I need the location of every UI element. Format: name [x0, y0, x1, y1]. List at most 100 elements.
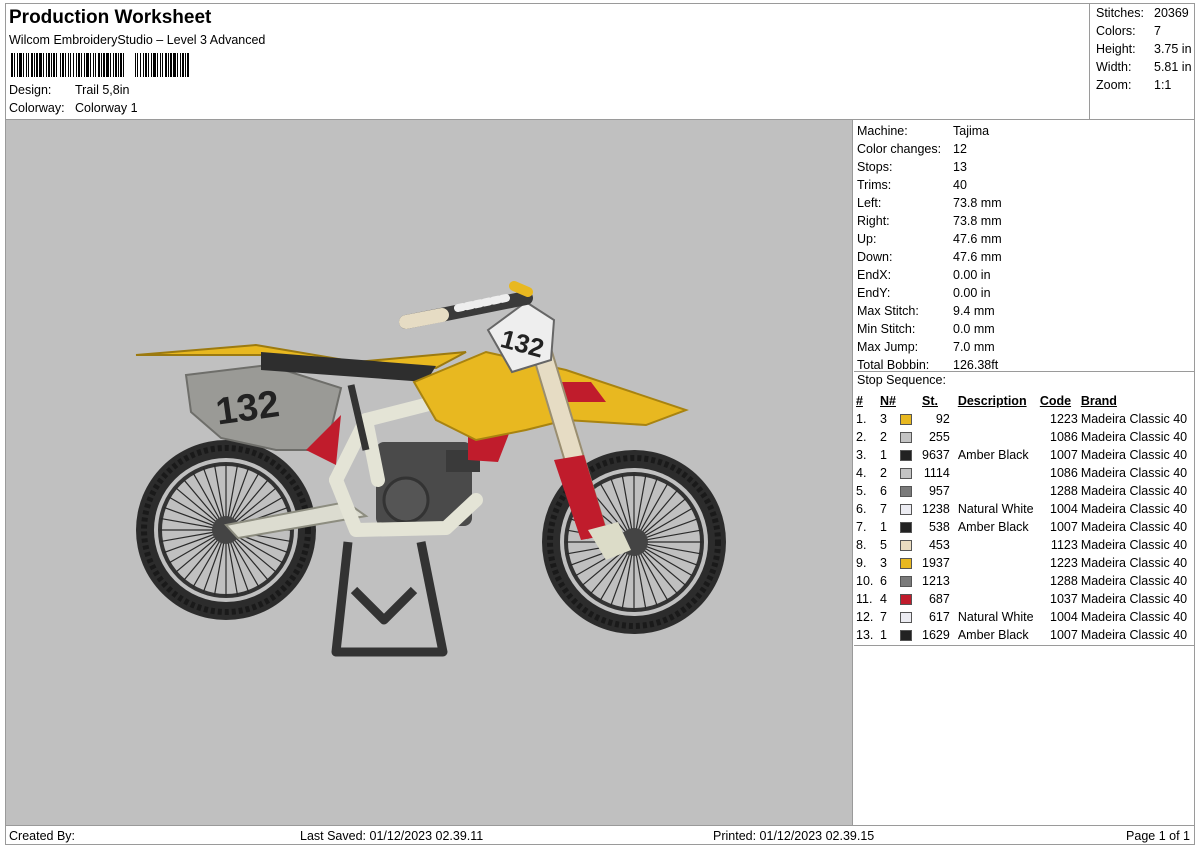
colors-row: Colors: 7 [1096, 24, 1161, 38]
thread-color-swatch [900, 558, 912, 570]
design-label: Design: [9, 83, 52, 97]
machine-info-label: Max Jump: [857, 340, 919, 354]
thread-description: Amber Black [957, 448, 1029, 462]
thread-description: Amber Black [957, 628, 1029, 642]
thread-code: 1123 [1050, 538, 1078, 552]
col-header-needle: N# [880, 394, 896, 408]
thread-code: 1086 [1050, 466, 1078, 480]
thread-description: Natural White [957, 502, 1034, 516]
stitch-count: 617 [928, 610, 950, 624]
stitches-label: Stitches: [1096, 6, 1144, 20]
machine-info-value: 0.00 in [953, 286, 991, 300]
front-fork-icon [524, 331, 631, 560]
stop-number: 13. [856, 628, 874, 642]
colorway-value: Colorway 1 [75, 101, 138, 115]
thread-code: 1223 [1050, 412, 1078, 426]
last-saved: Last Saved: 01/12/2023 02.39.11 [300, 829, 484, 843]
motorcycle-embroidery-image: 132 132 [135, 281, 726, 657]
thread-code: 1004 [1050, 502, 1078, 516]
stop-sequence-row: 3. 1 9637 Amber Black 1007 Madeira Classic 40 [856, 446, 1187, 464]
stop-sequence-row: 11. 4 687 1037 Madeira Classic 40 [856, 590, 1187, 608]
stop-sequence-row: 2. 2 255 1086 Madeira Classic 40 [856, 428, 1187, 446]
design-preview: 132 132 [6, 120, 853, 825]
needle-number: 6 [880, 484, 887, 498]
stop-number: 8. [856, 538, 867, 552]
colors-value: 7 [1154, 24, 1161, 38]
stop-sequence-row: 5. 6 957 1288 Madeira Classic 40 [856, 482, 1187, 500]
color-swatch [900, 572, 922, 590]
page-title: Production Worksheet [9, 7, 212, 28]
thread-description [952, 554, 1040, 572]
stop-number: 7. [856, 520, 867, 534]
width-row: Width: 5.81 in [1096, 60, 1192, 74]
stitch-count: 1114 [923, 466, 950, 480]
thread-color-swatch [900, 450, 912, 462]
machine-info-value: 9.4 mm [953, 304, 995, 318]
side-number-text: 132 [213, 383, 282, 433]
stitch-count: 687 [928, 592, 950, 606]
machine-info-row: Max Stitch: 9.4 mm [857, 302, 995, 320]
stitch-count: 1238 [922, 502, 950, 516]
thread-description: Natural White [957, 610, 1034, 624]
needle-number: 1 [880, 628, 887, 642]
thread-description [952, 536, 1040, 554]
color-swatch [900, 554, 922, 572]
stop-sequence-row: 4. 2 1114 1086 Madeira Classic 40 [856, 464, 1187, 482]
machine-info-row: Up: 47.6 mm [857, 230, 1002, 248]
machine-info-value: 12 [953, 142, 967, 156]
stitch-count: 453 [928, 538, 950, 552]
stitch-count: 1937 [922, 556, 950, 570]
thread-code: 1086 [1050, 430, 1078, 444]
color-swatch [900, 590, 922, 608]
machine-info-value: 0.0 mm [953, 322, 995, 336]
stop-number: 5. [856, 484, 867, 498]
thread-brand: Madeira Classic 40 [1080, 412, 1188, 426]
zoom-row: Zoom: 1:1 [1096, 78, 1171, 92]
design-row: Design: Trail 5,8in [9, 83, 129, 97]
color-swatch [900, 536, 922, 554]
machine-info-label: Stops: [857, 160, 893, 174]
thread-description [952, 572, 1040, 590]
color-swatch [900, 464, 922, 482]
color-swatch [900, 482, 922, 500]
stitches-value: 20369 [1154, 6, 1189, 20]
stop-sequence-row: 12. 7 617 Natural White 1004 Madeira Classic … [856, 608, 1187, 626]
thread-color-swatch [900, 540, 912, 552]
stitch-count: 1213 [922, 574, 950, 588]
stop-sequence-row: 7. 1 538 Amber Black 1007 Madeira Classic 40 [856, 518, 1187, 536]
thread-description [952, 464, 1040, 482]
stop-sequence-row: 9. 3 1937 1223 Madeira Classic 40 [856, 554, 1187, 572]
machine-info-row: EndX: 0.00 in [857, 266, 991, 284]
stitch-count: 957 [928, 484, 950, 498]
machine-info-row: Min Stitch: 0.0 mm [857, 320, 995, 338]
colorway-label: Colorway: [9, 101, 65, 115]
machine-info-label: Color changes: [857, 142, 942, 156]
machine-info-label: Down: [857, 250, 893, 264]
needle-number: 6 [880, 574, 887, 588]
col-header-stitches: St. [922, 394, 938, 408]
col-header-code: Code [1039, 394, 1072, 408]
stop-sequence-divider [854, 371, 1194, 372]
machine-info-value: 73.8 mm [953, 214, 1002, 228]
stop-sequence-row: 6. 7 1238 Natural White 1004 Madeira Classic … [856, 500, 1187, 518]
machine-info-row: Trims: 40 [857, 176, 967, 194]
thread-description [952, 428, 1040, 446]
col-header-description: Description [957, 394, 1027, 408]
thread-brand: Madeira Classic 40 [1080, 610, 1188, 624]
thread-brand: Madeira Classic 40 [1080, 538, 1188, 552]
machine-info-row: Machine: Tajima [857, 122, 989, 140]
machine-info-row: EndY: 0.00 in [857, 284, 991, 302]
color-swatch [900, 608, 922, 626]
thread-code: 1288 [1050, 574, 1078, 588]
col-header-swatch [900, 392, 922, 410]
colors-label: Colors: [1096, 24, 1136, 38]
barcode-icon [11, 53, 189, 77]
stop-sequence-title: Stop Sequence: [857, 373, 946, 387]
bike-stand-icon [331, 541, 448, 657]
thread-code: 1037 [1050, 592, 1078, 606]
thread-brand: Madeira Classic 40 [1080, 556, 1188, 570]
machine-info-row: Max Jump: 7.0 mm [857, 338, 995, 356]
machine-info-value: 47.6 mm [953, 250, 1002, 264]
machine-info-label: Up: [857, 232, 877, 246]
col-header-brand: Brand [1080, 394, 1117, 408]
